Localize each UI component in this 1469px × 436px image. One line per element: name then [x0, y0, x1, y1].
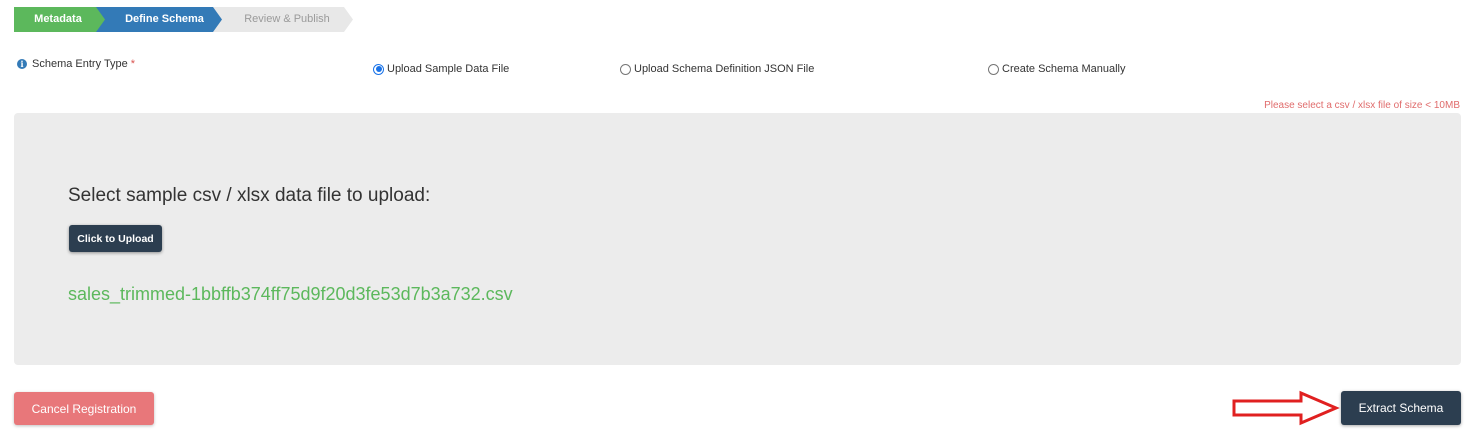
step-label: Review & Publish: [244, 13, 330, 25]
radio-button[interactable]: [620, 63, 631, 75]
step-label: Metadata: [34, 13, 82, 25]
cancel-registration-button[interactable]: Cancel Registration: [14, 392, 154, 425]
radio-upload-sample-data-file[interactable]: Upload Sample Data File: [373, 63, 509, 75]
click-to-upload-button[interactable]: Click to Upload: [69, 225, 162, 252]
step-label: Define Schema: [125, 13, 204, 25]
radio-label: Upload Schema Definition JSON File: [634, 63, 815, 75]
radio-upload-schema-json[interactable]: Upload Schema Definition JSON File: [620, 63, 814, 75]
schema-definition-page: Metadata Define Schema Review & Publish …: [0, 0, 1469, 436]
step-metadata[interactable]: Metadata: [14, 7, 110, 32]
uploaded-file-name: sales_trimmed-1bbffb374ff75d9f20d3fe53d7…: [68, 284, 513, 304]
radio-button-selected[interactable]: [373, 63, 384, 75]
schema-entry-type-label: i Schema Entry Type *: [17, 58, 135, 70]
radio-button[interactable]: [988, 63, 999, 75]
file-size-hint: Please select a csv / xlsx file of size …: [1264, 100, 1460, 111]
upload-panel: Select sample csv / xlsx data file to up…: [14, 113, 1461, 365]
radio-label: Create Schema Manually: [1002, 63, 1126, 75]
radio-label: Upload Sample Data File: [387, 63, 510, 75]
extract-schema-button[interactable]: Extract Schema: [1341, 391, 1461, 425]
info-icon[interactable]: i: [17, 59, 27, 69]
upload-title: Select sample csv / xlsx data file to up…: [68, 185, 431, 206]
required-mark: *: [130, 58, 136, 70]
schema-entry-type-text: Schema Entry Type: [32, 58, 128, 70]
radio-create-schema-manually[interactable]: Create Schema Manually: [988, 63, 1126, 75]
step-review-publish[interactable]: Review & Publish: [213, 7, 353, 32]
step-define-schema[interactable]: Define Schema: [96, 7, 229, 32]
red-arrow-right-icon: [1232, 390, 1340, 426]
